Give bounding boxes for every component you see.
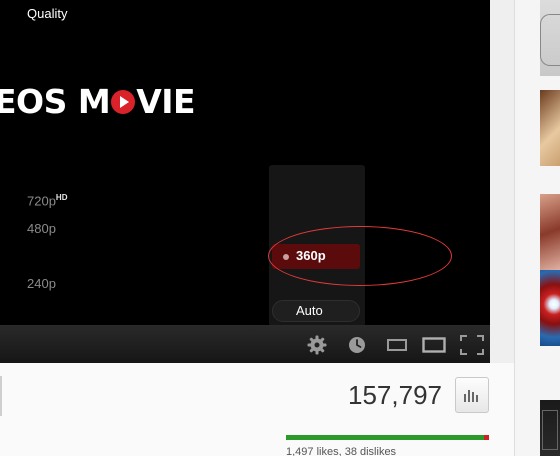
quality-menu-title: Quality xyxy=(27,6,68,21)
quality-option-240p[interactable]: 240p xyxy=(27,276,56,291)
quality-option-480p[interactable]: 480p xyxy=(27,221,56,236)
like-ratio-bar xyxy=(286,435,489,440)
play-logo-icon xyxy=(111,89,136,114)
player-control-bar xyxy=(0,325,490,363)
logo-text-right: VIE xyxy=(136,82,196,121)
info-divider xyxy=(0,376,2,416)
screen: EOS M VIE Quality 720pHD 480p 360p 240p … xyxy=(0,0,560,456)
likes-dislikes-text: 1,497 likes, 38 dislikes xyxy=(286,446,397,456)
view-count: 157,797 xyxy=(348,380,442,410)
related-thumbnail[interactable] xyxy=(540,194,560,270)
quality-option-720p[interactable]: 720pHD xyxy=(27,193,67,208)
related-thumbnail[interactable] xyxy=(540,0,560,76)
stats-button[interactable] xyxy=(455,377,489,413)
related-thumbnail[interactable] xyxy=(540,400,560,456)
logo-text-left: EOS M xyxy=(0,82,111,121)
related-thumbnail[interactable] xyxy=(540,270,560,346)
video-logo: EOS M VIE xyxy=(0,82,196,121)
hd-badge: HD xyxy=(55,193,68,202)
bar-chart-icon xyxy=(464,390,478,402)
large-player-icon[interactable] xyxy=(421,333,447,357)
quality-option-label: 720p xyxy=(27,193,56,209)
related-thumbnail[interactable] xyxy=(540,90,560,166)
quality-option-auto-label: Auto xyxy=(296,303,323,318)
watch-later-icon[interactable] xyxy=(346,333,368,357)
fullscreen-icon[interactable] xyxy=(458,333,486,357)
annotation-ellipse xyxy=(268,226,452,286)
dislike-portion xyxy=(484,435,489,440)
small-player-icon[interactable] xyxy=(385,333,409,357)
gear-icon[interactable] xyxy=(305,333,329,357)
